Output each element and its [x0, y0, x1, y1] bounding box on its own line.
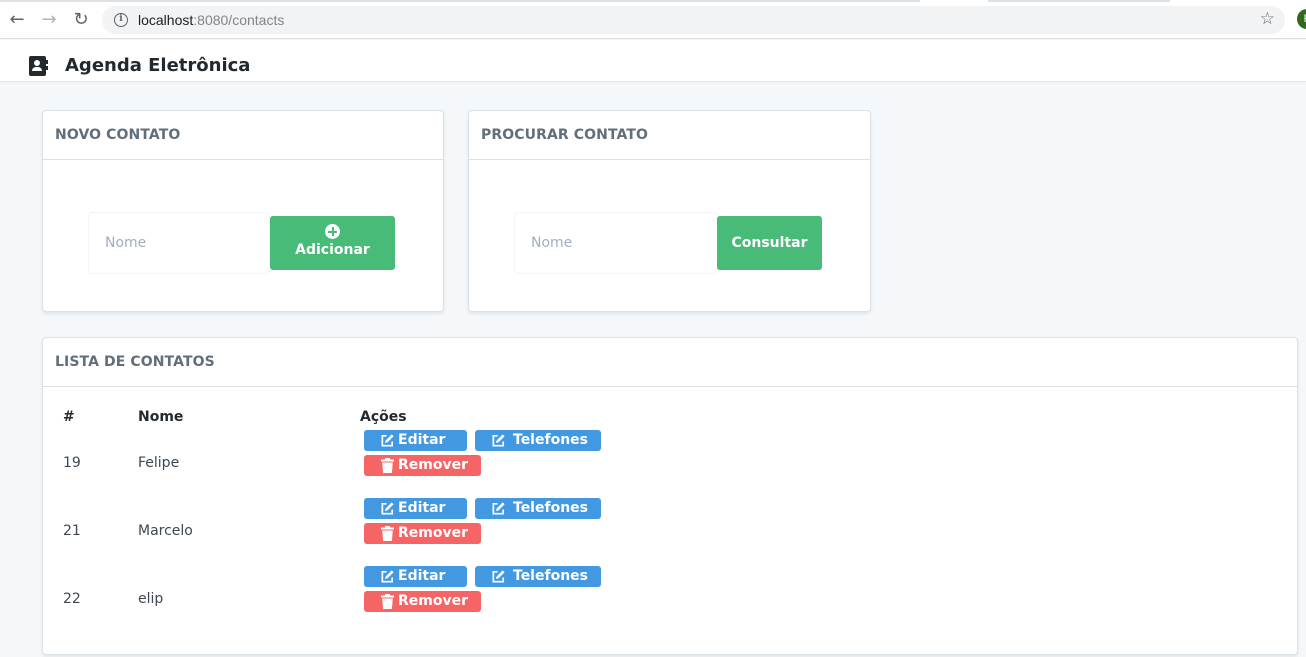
- app-title: Agenda Eletrônica: [65, 55, 251, 76]
- contact-name: elip: [138, 591, 164, 607]
- new-contact-name-input[interactable]: [88, 212, 270, 274]
- new-contact-card: NOVO CONTATO Adicionar: [42, 110, 444, 312]
- column-header-id: #: [63, 409, 75, 425]
- contact-id: 21: [63, 523, 81, 539]
- url-path: :8080/contacts: [193, 12, 285, 28]
- info-icon[interactable]: i: [114, 13, 128, 27]
- remove-button[interactable]: Remover: [364, 591, 481, 612]
- card-header: PROCURAR CONTATO: [469, 111, 870, 160]
- edit-icon: [381, 502, 394, 515]
- add-contact-label: Adicionar: [295, 242, 370, 258]
- browser-toolbar: ← → ↻ i localhost:8080/contacts ☆ F: [0, 0, 1306, 39]
- contact-id: 22: [63, 591, 81, 607]
- card-header: NOVO CONTATO: [43, 111, 443, 160]
- tab-strip: [0, 0, 920, 2]
- phones-button[interactable]: Telefones: [475, 498, 601, 519]
- search-button[interactable]: Consultar: [717, 216, 822, 270]
- tab-strip: [988, 0, 1170, 2]
- column-header-actions: Ações: [360, 409, 407, 425]
- star-icon[interactable]: ☆: [1260, 9, 1275, 29]
- new-contact-title: NOVO CONTATO: [55, 127, 181, 143]
- remove-button-label: Remover: [398, 457, 469, 473]
- edit-button[interactable]: Editar: [364, 498, 467, 519]
- address-book-icon: [29, 56, 46, 76]
- edit-button-label: Editar: [398, 432, 446, 448]
- profile-avatar[interactable]: F: [1297, 9, 1306, 29]
- card-header: LISTA DE CONTATOS: [43, 338, 1297, 387]
- trash-icon: [381, 458, 394, 473]
- forward-icon[interactable]: →: [38, 9, 60, 31]
- url-host: localhost: [138, 12, 194, 28]
- phones-button-label: Telefones: [513, 500, 588, 516]
- edit-icon: [381, 434, 394, 447]
- phones-button-label: Telefones: [513, 432, 588, 448]
- phones-button[interactable]: Telefones: [475, 430, 601, 451]
- contact-id: 19: [63, 455, 81, 471]
- edit-button[interactable]: Editar: [364, 430, 467, 451]
- reload-icon[interactable]: ↻: [70, 9, 92, 31]
- contact-list-title: LISTA DE CONTATOS: [55, 354, 215, 370]
- remove-button[interactable]: Remover: [364, 455, 481, 476]
- url-text: localhost:8080/contacts: [138, 12, 284, 28]
- search-name-input[interactable]: [514, 212, 718, 274]
- phones-button[interactable]: Telefones: [475, 566, 601, 587]
- trash-icon: [381, 526, 394, 541]
- edit-icon: [492, 502, 505, 515]
- contact-name: Felipe: [138, 455, 180, 471]
- search-contact-card: PROCURAR CONTATO Consultar: [468, 110, 871, 312]
- column-header-name: Nome: [138, 409, 184, 425]
- remove-button-label: Remover: [398, 525, 469, 541]
- app-header: Agenda Eletrônica: [0, 40, 1306, 82]
- edit-button[interactable]: Editar: [364, 566, 467, 587]
- edit-icon: [492, 570, 505, 583]
- edit-icon: [381, 570, 394, 583]
- back-icon[interactable]: ←: [6, 9, 28, 31]
- plus-circle-icon: [325, 224, 340, 239]
- search-contact-title: PROCURAR CONTATO: [481, 127, 649, 143]
- edit-button-label: Editar: [398, 568, 446, 584]
- edit-icon: [492, 434, 505, 447]
- edit-button-label: Editar: [398, 500, 446, 516]
- add-contact-button[interactable]: Adicionar: [270, 216, 395, 270]
- address-bar[interactable]: i localhost:8080/contacts ☆: [102, 6, 1285, 34]
- address-book-icon-tab: [45, 60, 48, 64]
- contact-name: Marcelo: [138, 523, 193, 539]
- remove-button[interactable]: Remover: [364, 523, 481, 544]
- trash-icon: [381, 594, 394, 609]
- contact-list-card: LISTA DE CONTATOS: [42, 337, 1298, 655]
- phones-button-label: Telefones: [513, 568, 588, 584]
- address-book-icon-tab: [45, 66, 48, 70]
- remove-button-label: Remover: [398, 593, 469, 609]
